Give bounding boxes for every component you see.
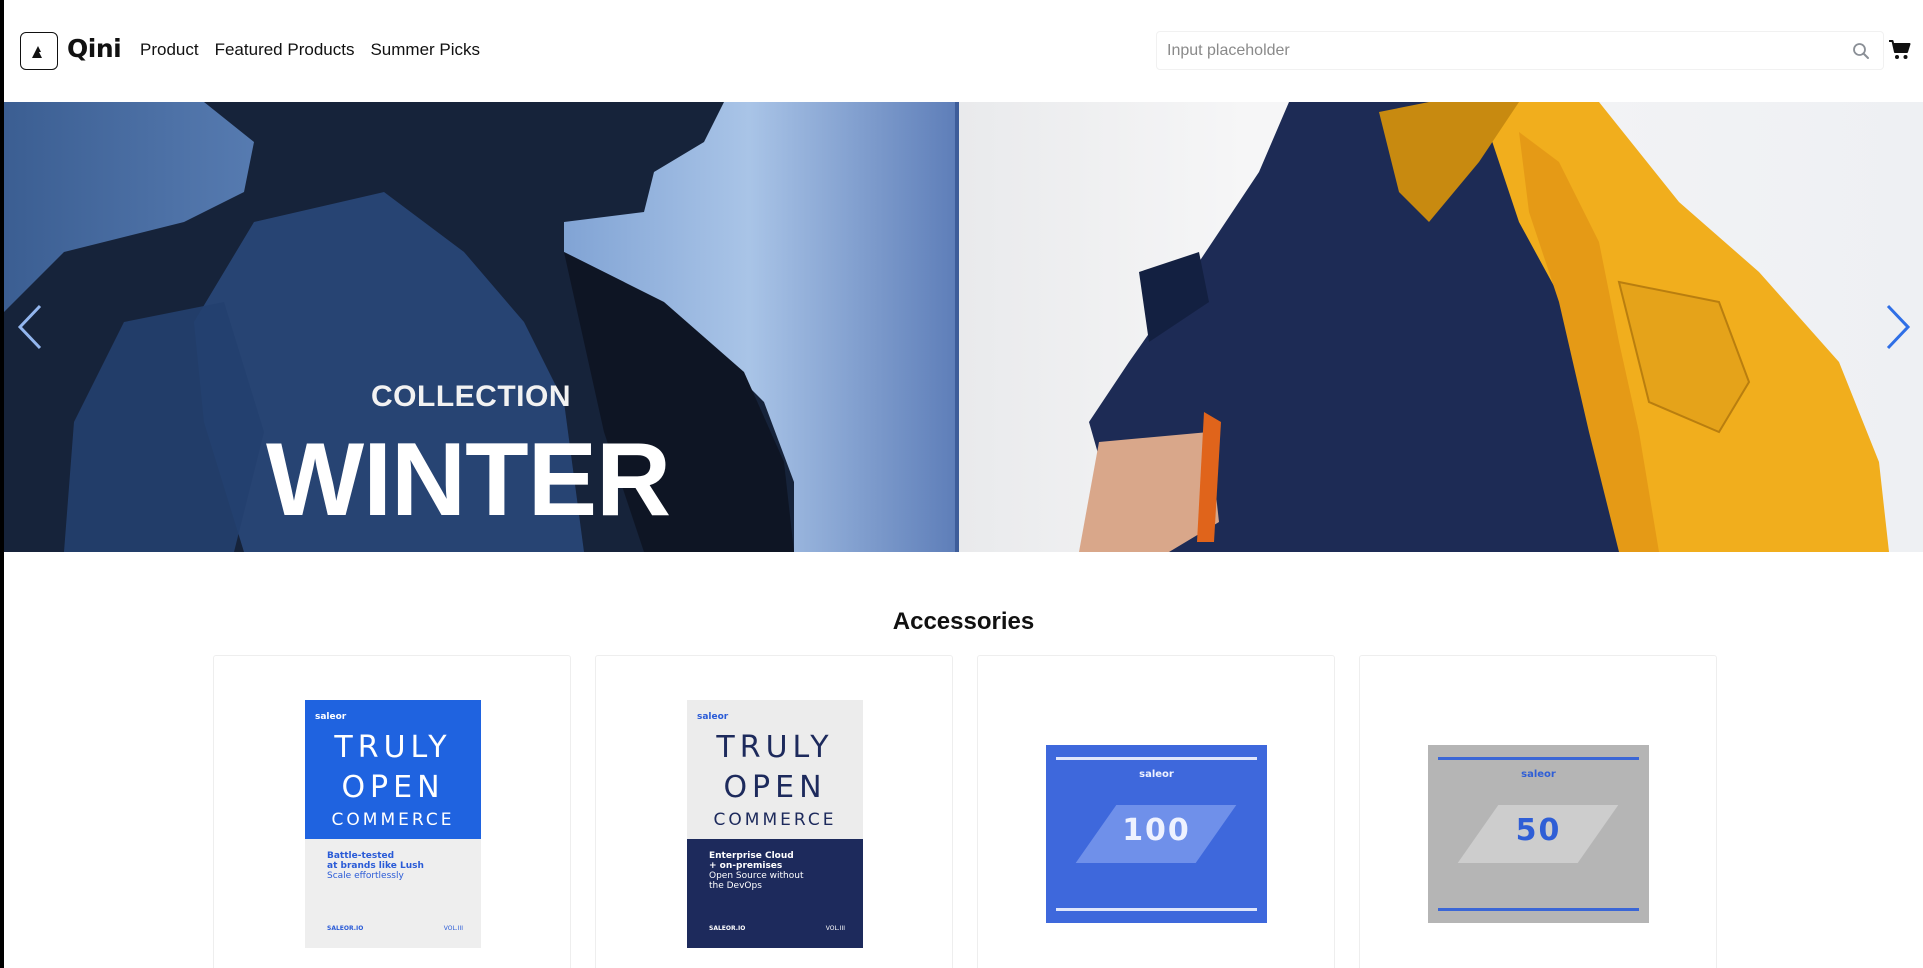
chevron-left-icon (17, 304, 42, 350)
book-brand: saleor (315, 712, 347, 722)
book-body-line: at brands like Lush (327, 861, 424, 871)
book-cover-bottom: Enterprise Cloud + on-premises Open Sour… (687, 839, 863, 948)
gift-card-line (1056, 757, 1257, 760)
main-nav: Product Featured Products Summer Picks (140, 40, 480, 60)
book-volume: VOL.III (825, 925, 845, 932)
gift-brand: saleor (1139, 769, 1174, 780)
nav-product[interactable]: Product (140, 40, 199, 60)
nav-summer-picks[interactable]: Summer Picks (370, 40, 480, 60)
search-box (1156, 31, 1884, 70)
triangle-logo-icon (32, 46, 42, 58)
book-body-line: Open Source without (709, 871, 804, 881)
product-card[interactable]: saleor TRULY OPEN COMMERCE Enterprise Cl… (595, 655, 953, 968)
book-body-line: Enterprise Cloud (709, 851, 794, 861)
gift-amount: 50 (1515, 813, 1562, 848)
search-input[interactable] (1167, 32, 1827, 69)
search-icon[interactable] (1851, 41, 1871, 61)
book-body-line: Battle-tested (327, 851, 395, 861)
hero-winter-title: WINTER (266, 422, 671, 538)
product-card[interactable]: saleor 100 (977, 655, 1335, 968)
book-footer: SALEOR.IO (327, 925, 364, 932)
section-title: Accessories (892, 608, 1035, 635)
book-title-3: COMMERCE (713, 810, 837, 830)
gift-amount: 100 (1122, 813, 1191, 848)
hero-slide-winter: COLLECTION WINTER (4, 102, 959, 552)
book-footer: SALEOR.IO (709, 925, 746, 932)
gift-card-line (1056, 908, 1257, 911)
book-volume: VOL.III (443, 925, 463, 932)
book-body-line: + on-premises (709, 861, 783, 871)
hero-collection-label: COLLECTION (371, 380, 571, 413)
logo-icon[interactable] (20, 32, 58, 70)
book-cover-bottom: Battle-tested at brands like Lush Scale … (305, 839, 481, 948)
book-title-3: COMMERCE (331, 810, 455, 830)
chevron-right-icon (1886, 304, 1911, 350)
product-image: saleor 50 (1428, 745, 1649, 923)
carousel-prev-button[interactable] (14, 302, 48, 352)
site-header: Qini Product Featured Products Summer Pi… (4, 0, 1923, 102)
hero-carousel: COLLECTION WINTER (4, 102, 1923, 552)
product-image: saleor TRULY OPEN COMMERCE Battle-tested… (305, 700, 481, 948)
book-title-1: TRULY (716, 730, 834, 765)
gift-card-line (1438, 757, 1639, 760)
nav-featured-products[interactable]: Featured Products (215, 40, 355, 60)
book-title-2: OPEN (723, 770, 827, 805)
hero-jacket-model (1079, 102, 1889, 552)
book-body-line: the DevOps (709, 881, 762, 891)
carousel-next-button[interactable] (1880, 302, 1914, 352)
product-image: saleor TRULY OPEN COMMERCE Enterprise Cl… (687, 700, 863, 948)
book-body-line: Scale effortlessly (327, 871, 404, 881)
page: Qini Product Featured Products Summer Pi… (4, 0, 1923, 968)
product-image: saleor 100 (1046, 745, 1267, 923)
gift-brand: saleor (1521, 769, 1556, 780)
brand-name[interactable]: Qini (67, 34, 122, 63)
product-card[interactable]: saleor 50 (1359, 655, 1717, 968)
product-card[interactable]: saleor TRULY OPEN COMMERCE Battle-tested… (213, 655, 571, 968)
cart-icon[interactable] (1888, 38, 1912, 62)
hero-slide-jacket (959, 102, 1923, 552)
book-title-1: TRULY (334, 730, 452, 765)
book-cover-top: saleor TRULY OPEN COMMERCE (305, 700, 481, 839)
book-cover-top: saleor TRULY OPEN COMMERCE (687, 700, 863, 839)
book-title-2: OPEN (341, 770, 445, 805)
book-brand: saleor (697, 712, 729, 722)
gift-card-line (1438, 908, 1639, 911)
